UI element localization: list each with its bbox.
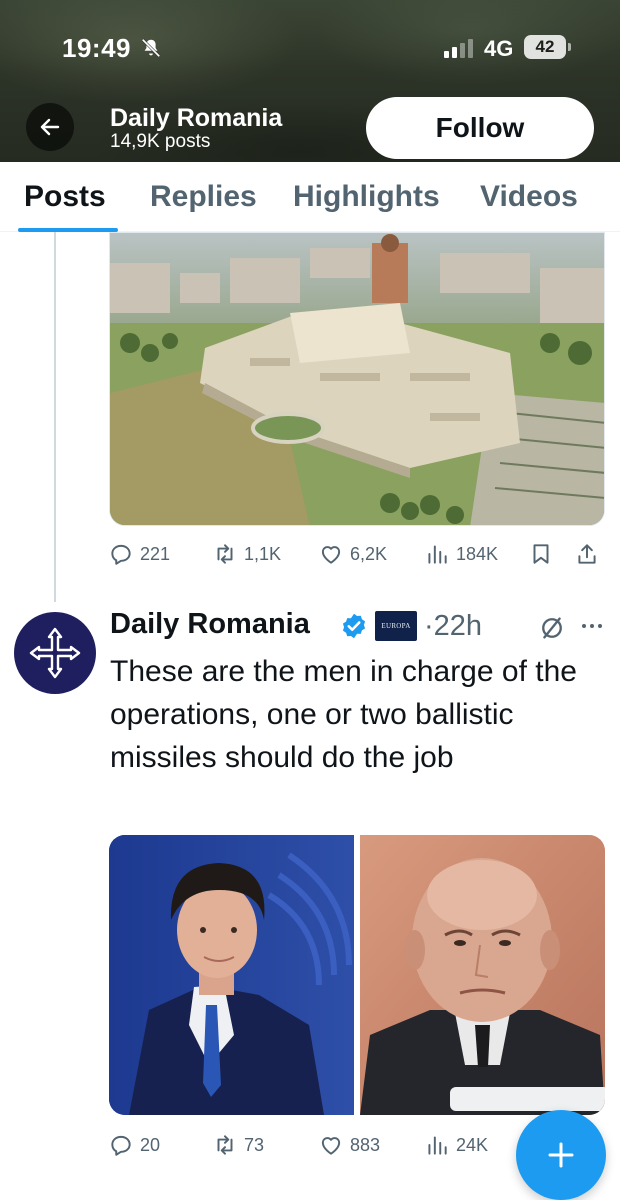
reply-button[interactable]: 221 [108, 541, 170, 567]
post-body-text: These are the men in charge of the opera… [110, 655, 577, 774]
repost-button[interactable]: 1,1K [212, 541, 281, 567]
back-button[interactable] [26, 103, 74, 151]
like-count: 6,2K [350, 543, 388, 564]
views-bar-chart-icon [428, 1136, 447, 1155]
bookmark-button[interactable] [528, 541, 554, 567]
plus-icon [548, 1142, 574, 1168]
repost-count: 73 [244, 1134, 265, 1155]
tab-replies[interactable]: Replies [150, 180, 257, 214]
follow-button[interactable]: Follow [366, 97, 594, 159]
tab-highlights[interactable]: Highlights [293, 180, 440, 214]
bell-off-icon [141, 38, 161, 58]
share-button[interactable] [574, 541, 600, 567]
views-bar-chart-icon [428, 545, 447, 564]
active-tab-indicator [18, 228, 118, 232]
post-photo-left[interactable] [109, 835, 354, 1115]
thread-connector [54, 232, 56, 602]
views-count: 184K [456, 543, 499, 564]
reply-count: 20 [140, 1134, 161, 1155]
signal-icon [444, 39, 473, 58]
bald-man-photo [360, 835, 605, 1115]
post-image-palace[interactable] [109, 232, 605, 526]
repost-icon [217, 544, 233, 564]
post-timestamp[interactable]: ·22h [424, 610, 482, 643]
post-media-grid [109, 835, 605, 1115]
status-bar: 19:49 4G 42 [0, 0, 620, 90]
cross-logo-icon [29, 627, 81, 679]
grok-slash-icon[interactable] [538, 614, 566, 642]
compose-post-button[interactable] [516, 1110, 606, 1200]
like-count: 883 [350, 1134, 381, 1155]
arrow-left-icon [40, 118, 60, 136]
share-icon [578, 544, 596, 564]
tab-videos[interactable]: Videos [480, 180, 578, 214]
man-in-suit-photo [109, 835, 354, 1115]
profile-header: 19:49 4G 42 Daily Romania 14,9K posts Fo… [0, 0, 620, 162]
post-photo-right[interactable] [360, 835, 605, 1115]
repost-icon [217, 1135, 233, 1155]
prev-post-actions: 221 1,1K 6,2K 184K [108, 541, 608, 575]
views-button[interactable]: 24K [424, 1132, 488, 1158]
profile-post-count: 14,9K posts [110, 131, 211, 152]
like-button[interactable]: 6,2K [318, 541, 387, 567]
heart-icon [321, 546, 341, 564]
views-count: 24K [456, 1134, 489, 1155]
post-author-name[interactable]: Daily Romania [110, 608, 310, 641]
repost-button[interactable]: 73 [212, 1132, 264, 1158]
like-button[interactable]: 883 [318, 1132, 380, 1158]
affiliation-badge[interactable]: EUROPA [375, 611, 417, 641]
verified-badge-icon [342, 613, 366, 639]
profile-tabs: Posts Replies Highlights Videos [0, 162, 620, 232]
views-button[interactable]: 184K [424, 541, 498, 567]
more-options-icon[interactable] [580, 622, 604, 630]
palace-aerial-image [110, 233, 604, 525]
heart-icon [321, 1137, 341, 1155]
reply-icon [111, 544, 131, 565]
battery-indicator: 42 [524, 35, 571, 59]
repost-count: 1,1K [244, 543, 282, 564]
network-type: 4G [484, 36, 514, 61]
reply-button[interactable]: 20 [108, 1132, 160, 1158]
status-time: 19:49 [62, 33, 131, 63]
bookmark-icon [533, 544, 549, 564]
post-header: Daily Romania EUROPA ·22h [110, 608, 610, 648]
reply-count: 221 [140, 543, 171, 564]
profile-name: Daily Romania [110, 104, 283, 132]
author-avatar[interactable] [14, 612, 96, 694]
reply-icon [111, 1135, 131, 1156]
tab-posts[interactable]: Posts [24, 180, 106, 214]
